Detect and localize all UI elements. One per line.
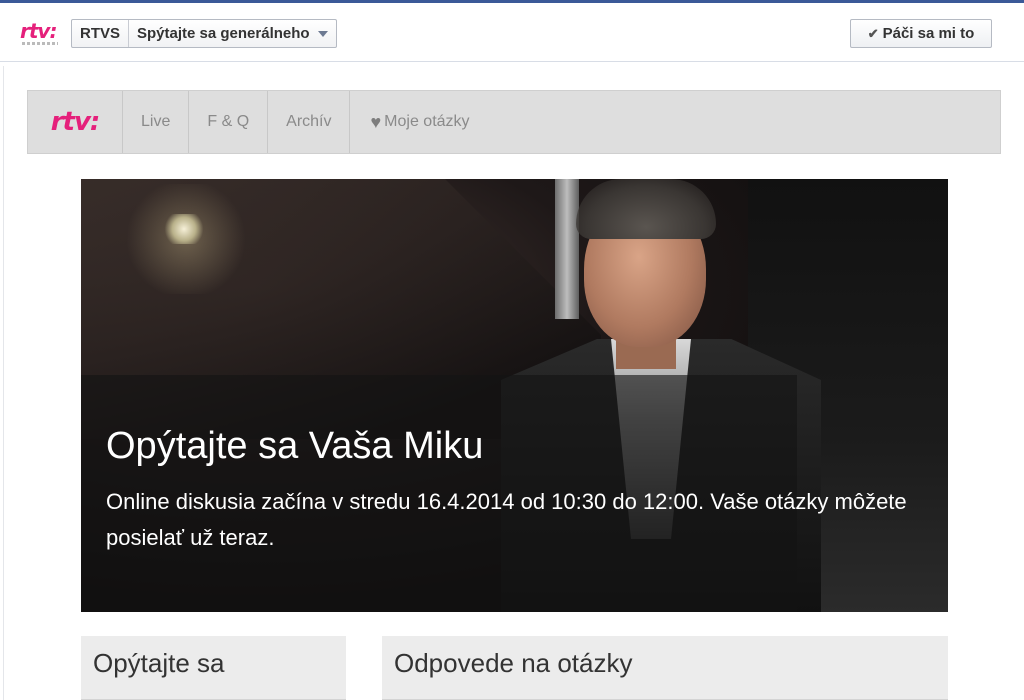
app-navigation: rtv: Live F & Q Archív ♥ Moje otázky — [27, 90, 1001, 154]
nav-item-live[interactable]: Live — [123, 91, 190, 153]
app-breadcrumb: RTVS Spýtajte sa generálneho — [71, 19, 337, 48]
hero-banner: Opýtajte sa Vaša Miku Online diskusia za… — [81, 179, 948, 612]
hero-lamp — [163, 214, 205, 244]
breadcrumb-app-label: Spýtajte sa generálneho — [137, 25, 310, 42]
nav-item-my-questions[interactable]: ♥ Moje otázky — [350, 91, 487, 153]
hero-title: Opýtajte sa Vaša Miku — [106, 425, 484, 467]
rtvs-logo[interactable]: rtv: — [20, 19, 57, 43]
breadcrumb-page-link[interactable]: RTVS — [72, 20, 130, 47]
breadcrumb-app-dropdown[interactable]: Spýtajte sa generálneho — [129, 20, 336, 47]
nav-rtv-logo[interactable]: rtv: — [28, 91, 123, 153]
checkmark-icon: ✔ — [867, 25, 879, 41]
heart-icon: ♥ — [370, 111, 382, 132]
hero-description: Online diskusia začína v stredu 16.4.201… — [106, 489, 907, 550]
like-button-label: Páči sa mi to — [882, 25, 975, 42]
ask-section-heading: Opýtajte sa — [81, 636, 346, 700]
like-button[interactable]: ✔ Páči sa mi to — [850, 19, 992, 48]
rtvs-logo-subtitle — [22, 42, 58, 45]
nav-item-archive[interactable]: Archív — [268, 91, 351, 153]
person-hair — [576, 179, 716, 239]
facebook-page-header: rtv: RTVS Spýtajte sa generálneho ✔ Páči… — [0, 0, 1024, 62]
nav-item-my-questions-label: Moje otázky — [384, 113, 470, 130]
answers-section-heading: Odpovede na otázky — [382, 636, 948, 700]
chevron-down-icon — [317, 30, 328, 37]
nav-item-faq[interactable]: F & Q — [189, 91, 269, 153]
